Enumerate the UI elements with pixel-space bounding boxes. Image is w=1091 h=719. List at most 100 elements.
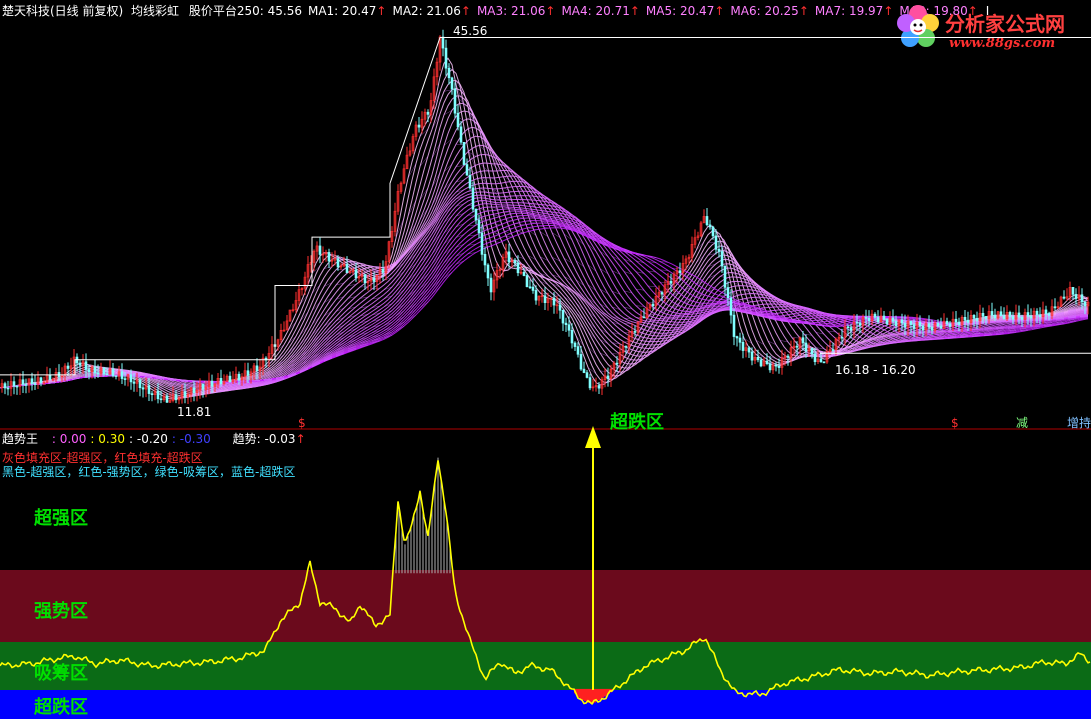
legend-line-2: 黑色-超强区，红色-强势区，绿色-吸筹区，蓝色-超跌区: [2, 465, 296, 479]
candle-body: [930, 326, 934, 331]
price-high-label: 45.56: [453, 24, 488, 38]
candle-body: [174, 394, 178, 401]
candle-body: [363, 274, 367, 284]
candle-body: [570, 329, 574, 344]
ma-mesh-line: [671, 290, 681, 297]
trend-up-arrow: ↑: [295, 432, 306, 446]
candle-body: [810, 347, 814, 354]
candle-body: [747, 347, 751, 353]
candle-body: [114, 375, 118, 377]
candle-body: [1017, 312, 1021, 318]
candle-body: [441, 36, 445, 49]
candle-body: [711, 226, 715, 237]
candle-body: [159, 398, 163, 401]
candle-body: [525, 275, 529, 287]
ma-mesh-line: [623, 359, 633, 363]
candle-body: [468, 175, 472, 189]
candle-body: [513, 260, 517, 264]
ma-rainbow-line: [0, 225, 1089, 389]
candle-body: [345, 263, 349, 274]
candle-body: [948, 323, 952, 327]
ma-mesh-line: [587, 346, 597, 355]
candle-body: [486, 264, 490, 279]
candle-body: [849, 327, 853, 331]
candle-body: [15, 385, 19, 388]
candle-body: [912, 324, 916, 329]
subchart-title: 趋势王: [2, 432, 39, 446]
candle-body: [750, 351, 754, 361]
ma-mesh-line: [719, 305, 729, 307]
candle-body: [723, 265, 727, 288]
candle-body: [876, 317, 880, 323]
ma-mesh-line: [647, 314, 657, 316]
candle-body: [867, 317, 871, 321]
zone-oversold-fill: [0, 690, 1091, 719]
candle-body: [156, 390, 160, 400]
candle-body: [786, 355, 790, 358]
candle-body: [141, 387, 145, 390]
candle-body: [894, 321, 898, 326]
candle-body: [903, 322, 907, 328]
candle-body: [255, 365, 259, 371]
candle-body: [531, 286, 535, 291]
candle-body: [474, 208, 478, 221]
candle-body: [615, 362, 619, 365]
candle-body: [972, 314, 976, 319]
candle-body: [855, 321, 859, 324]
candle-body: [516, 262, 520, 274]
ma-rainbow-line: [0, 126, 1089, 393]
candle-body: [165, 395, 169, 403]
candle-body: [1044, 309, 1048, 315]
candle-body: [882, 315, 886, 320]
candle-body: [1011, 316, 1015, 320]
ma-rainbow-line: [0, 87, 1089, 398]
zone-label-accumulate: 吸筹区: [34, 663, 88, 684]
candle-body: [660, 292, 664, 295]
ma-mesh-line: [875, 329, 885, 331]
ma-rainbow-line: [0, 222, 1089, 389]
ma-mesh-line: [503, 211, 513, 215]
candle-body: [714, 235, 718, 250]
price-range-label: 16.18 - 16.20: [835, 363, 916, 377]
candle-body: [831, 349, 835, 351]
candle-body: [741, 341, 745, 351]
candle-body: [1026, 312, 1030, 317]
candle-body: [219, 377, 223, 384]
zone-accumulate-fill: [0, 642, 1091, 690]
candle-body: [87, 369, 91, 373]
ma-rainbow-line: [0, 80, 1088, 399]
candle-body: [981, 312, 985, 317]
ma-mesh-line: [635, 352, 645, 357]
candle-body: [993, 314, 997, 319]
ma-mesh-line: [527, 220, 537, 224]
candle-body: [954, 318, 958, 323]
candle-body: [129, 374, 133, 383]
candle-body: [921, 325, 925, 331]
candle-body: [564, 322, 568, 326]
signal-mark-1: $: [298, 416, 306, 430]
candle-body: [1062, 296, 1066, 299]
candle-body: [819, 358, 823, 363]
candle-body: [642, 316, 646, 319]
candle-body: [471, 187, 475, 210]
subchart-value: : -0.30: [171, 432, 211, 446]
candle-body: [927, 323, 931, 328]
candle-body: [858, 322, 862, 326]
candle-body: [1020, 316, 1024, 320]
candle-body: [705, 216, 709, 226]
candle-body: [717, 249, 721, 252]
candle-body: [12, 381, 16, 387]
subchart-values: : 0.00: 0.30: -0.20: -0.30: [52, 432, 215, 446]
candle-body: [975, 317, 979, 321]
candle-body: [39, 377, 43, 383]
candle-body: [33, 383, 37, 385]
candle-body: [426, 111, 430, 115]
candle-body: [873, 313, 877, 318]
candle-body: [93, 366, 97, 374]
candle-body: [246, 370, 250, 376]
ma-mesh-line: [431, 143, 441, 159]
subchart-header: 趋势王 : 0.00: 0.30: -0.20: -0.30 趋势: -0.03…: [2, 432, 306, 446]
candle-body: [1047, 313, 1051, 316]
candle-body: [804, 342, 808, 352]
ma-rainbow-line: [0, 102, 1089, 396]
